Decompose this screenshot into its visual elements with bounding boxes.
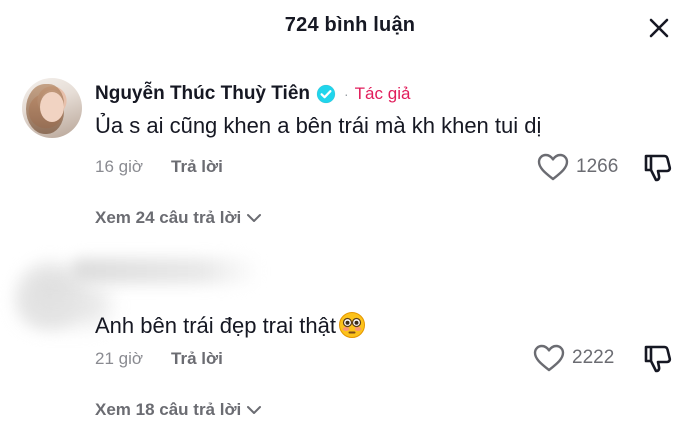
avatar[interactable] — [22, 78, 82, 138]
verified-badge-icon — [316, 84, 336, 104]
comment-meta: 16 giờ Trả lời — [95, 157, 223, 177]
dislike-button[interactable] — [642, 343, 674, 380]
like-button[interactable]: 1266 — [536, 152, 618, 182]
dislike-button[interactable] — [642, 152, 674, 189]
chevron-down-icon — [247, 406, 262, 414]
username[interactable]: Nguyễn Thúc Thuỳ Tiên — [95, 83, 310, 105]
blurred-username — [70, 258, 260, 284]
thumbs-down-icon — [644, 345, 672, 373]
view-replies-label: Xem 18 câu trả lời — [95, 400, 242, 419]
view-replies-button[interactable]: Xem 18 câu trả lời — [95, 400, 263, 420]
like-button[interactable]: 2222 — [532, 343, 614, 373]
avatar-face — [40, 92, 64, 122]
heart-icon — [537, 153, 569, 181]
comment-time: 21 giờ — [95, 349, 144, 368]
separator-dot: · — [344, 86, 349, 102]
view-replies-label: Xem 24 câu trả lời — [95, 208, 242, 227]
view-replies-button[interactable]: Xem 24 câu trả lời — [95, 208, 263, 228]
comments-count-title: 724 bình luận — [284, 14, 416, 36]
reply-button[interactable]: Trả lời — [171, 349, 223, 369]
like-count: 2222 — [572, 347, 615, 368]
comment-meta: 21 giờ Trả lời — [95, 349, 223, 369]
flushed-face-icon — [338, 312, 365, 338]
close-button[interactable] — [643, 12, 675, 44]
chevron-down-icon — [247, 214, 262, 222]
like-count: 1266 — [576, 156, 619, 177]
heart-icon — [533, 344, 565, 372]
close-icon — [649, 18, 669, 38]
author-tag: Tác giả — [354, 84, 411, 103]
comment-text-content: Anh bên trái đẹp trai thật — [95, 313, 336, 338]
thumbs-down-icon — [644, 154, 672, 182]
comment-time: 16 giờ — [95, 157, 144, 176]
comment-header: Nguyễn Thúc Thuỳ Tiên · Tác giả — [95, 83, 410, 105]
comment-text: Ủa s ai cũng khen a bên trái mà kh khen … — [95, 113, 542, 138]
comment-text: Anh bên trái đẹp trai thật — [95, 311, 366, 339]
reply-button[interactable]: Trả lời — [171, 157, 223, 177]
